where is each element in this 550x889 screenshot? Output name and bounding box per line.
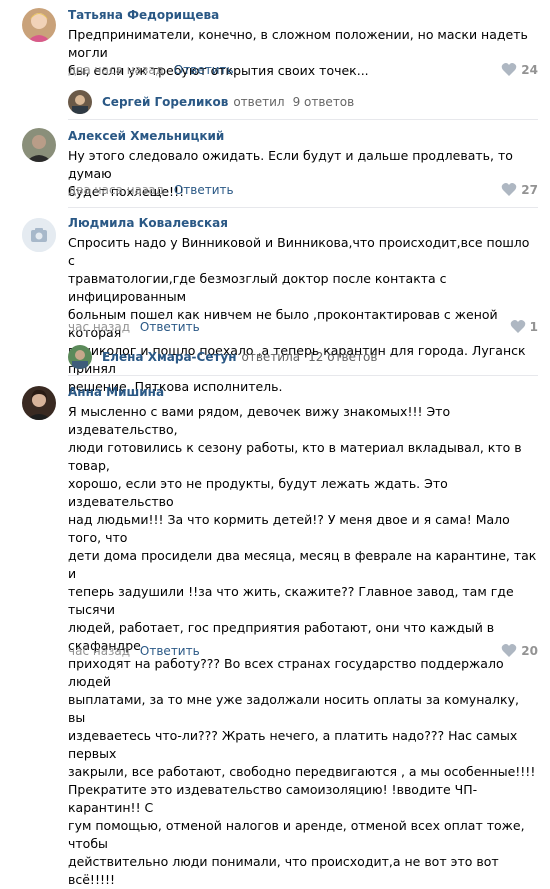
comment-meta: час назад Ответить — [68, 320, 200, 334]
comment-author[interactable]: Алексей Хмельницкий — [68, 129, 224, 143]
like-count: 27 — [521, 182, 538, 197]
like-count: 1 — [529, 319, 538, 334]
like-button[interactable]: 27 — [501, 182, 538, 197]
replies-thread[interactable]: Елена Хмара-Сетун ответила 12 ответов — [68, 345, 377, 369]
reply-button[interactable]: Ответить — [174, 183, 234, 197]
reply-button[interactable]: Ответить — [140, 320, 200, 334]
thread-verb: ответил — [233, 95, 285, 109]
like-count: 24 — [521, 62, 538, 77]
comment-author[interactable]: Людмила Ковалевская — [68, 216, 228, 230]
comment-author[interactable]: Анна Мишина — [68, 385, 164, 399]
heart-icon — [502, 183, 517, 196]
thread-avatar — [68, 90, 92, 114]
thread-verb: ответила — [241, 350, 301, 364]
avatar[interactable] — [22, 218, 56, 252]
like-button[interactable]: 1 — [510, 319, 538, 334]
comment-time[interactable]: час назад — [68, 644, 130, 658]
reply-button[interactable]: Ответить — [140, 644, 200, 658]
heart-icon — [510, 320, 525, 333]
comment: Алексей Хмельницкий Ну этого следовало о… — [0, 120, 550, 208]
reply-button[interactable]: Ответить — [174, 63, 234, 77]
comment-time[interactable]: час назад — [68, 320, 130, 334]
avatar[interactable] — [22, 386, 56, 420]
thread-count[interactable]: 12 ответов — [308, 350, 377, 364]
heart-icon — [502, 644, 517, 657]
avatar[interactable] — [22, 8, 56, 42]
comment-meta: два часа назад Ответить — [68, 183, 234, 197]
replies-thread[interactable]: Сергей Гореликов ответил 9 ответов — [68, 90, 354, 114]
comment: Людмила Ковалевская Спросить надо у Винн… — [0, 208, 550, 394]
like-count: 20 — [521, 643, 538, 658]
comment: Татьяна Федорищева Предприниматели, коне… — [0, 0, 550, 120]
heart-icon — [502, 63, 517, 76]
comment-time[interactable]: два часа назад — [68, 63, 164, 77]
comment: Анна Мишина Я мысленно с вами рядом, дев… — [0, 376, 550, 887]
thread-avatar — [68, 345, 92, 369]
thread-count[interactable]: 9 ответов — [293, 95, 355, 109]
comment-text: Спросить надо у Винниковой и Винникова,ч… — [68, 235, 530, 394]
thread-author[interactable]: Сергей Гореликов — [102, 95, 228, 109]
like-button[interactable]: 24 — [501, 62, 538, 77]
comment-author[interactable]: Татьяна Федорищева — [68, 8, 219, 22]
thread-author[interactable]: Елена Хмара-Сетун — [102, 350, 237, 364]
like-button[interactable]: 20 — [501, 643, 538, 658]
comment-meta: час назад Ответить — [68, 644, 200, 658]
comment-meta: два часа назад Ответить — [68, 63, 234, 77]
comment-time[interactable]: два часа назад — [68, 183, 164, 197]
camera-icon — [22, 218, 56, 252]
avatar[interactable] — [22, 128, 56, 162]
